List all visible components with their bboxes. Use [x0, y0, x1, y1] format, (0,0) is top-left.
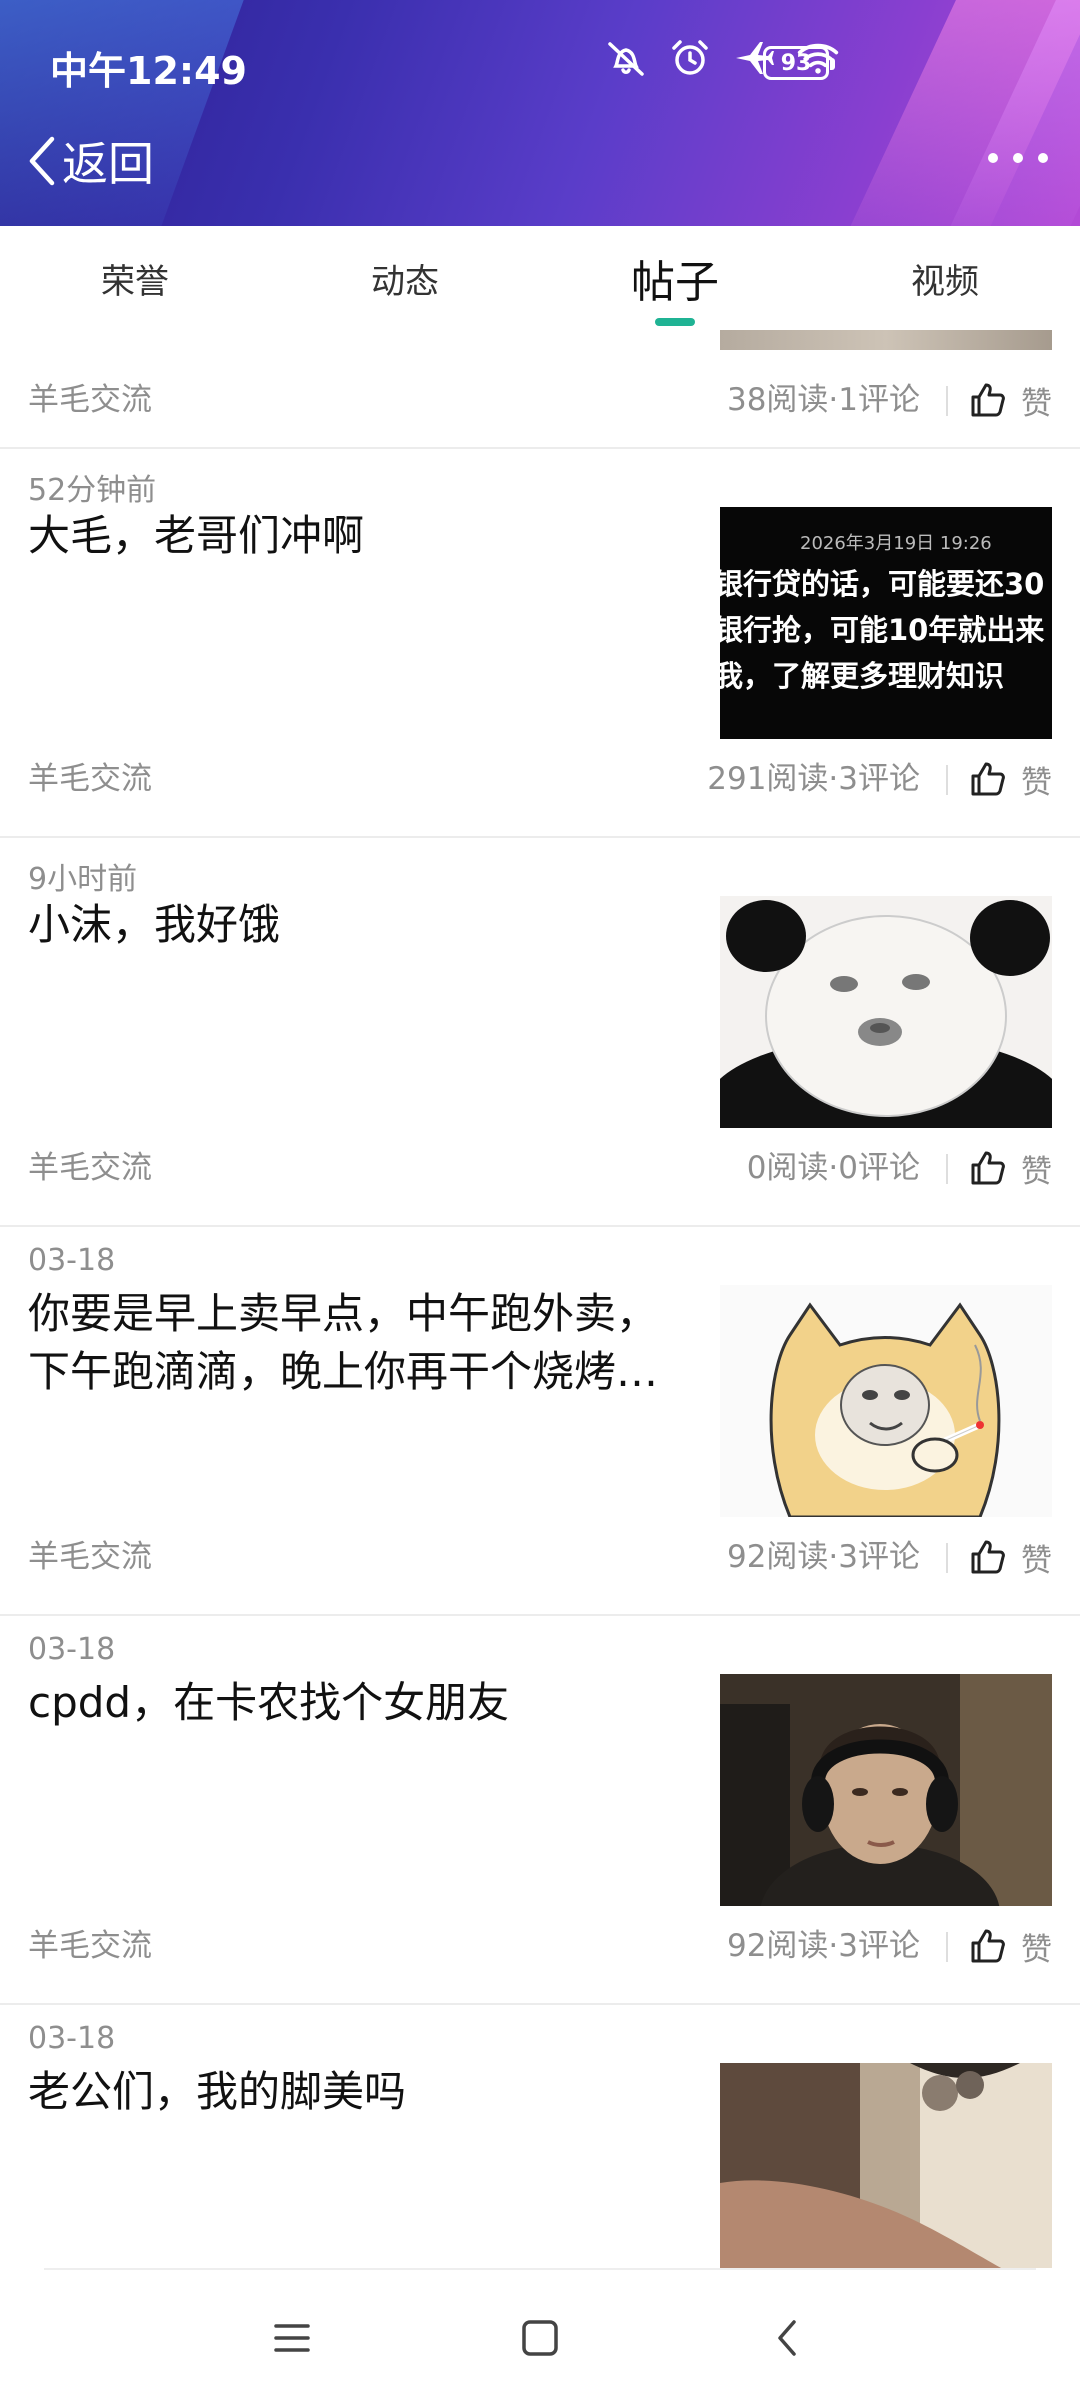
tab-videos[interactable]: 视频: [810, 226, 1080, 330]
chevron-left-icon: [29, 136, 55, 186]
thumbs-up-icon: [971, 1151, 1005, 1185]
post-footer: 羊毛交流 92阅读·3评论 赞: [0, 1916, 1080, 1976]
thumbs-up-icon: [971, 1929, 1005, 1963]
battery-icon: 93: [763, 46, 835, 80]
post-thumbnail[interactable]: [720, 330, 1052, 350]
more-dots-icon[interactable]: [988, 138, 1048, 178]
post-thumbnail[interactable]: [720, 1285, 1052, 1517]
post-time: 03-18: [28, 1243, 116, 1278]
post-footer: 羊毛交流 0阅读·0评论 赞: [0, 1138, 1080, 1198]
post-time: 52分钟前: [28, 473, 157, 508]
post-title[interactable]: cpdd，在卡农找个女朋友: [28, 1674, 698, 1732]
post-category[interactable]: 羊毛交流: [28, 1916, 152, 1976]
list-item[interactable]: 52分钟前 大毛，老哥们冲啊 2026年3月19日 19:26 银行贷的话，可能…: [0, 449, 1080, 837]
post-time: 03-18: [28, 2021, 116, 2056]
nav-divider: [44, 2268, 1036, 2270]
mute-notification-icon: [604, 36, 648, 80]
post-category[interactable]: 羊毛交流: [28, 749, 152, 809]
post-footer: 羊毛交流 38阅读·1评论 赞: [0, 370, 1080, 430]
post-stats: 291阅读·3评论: [707, 761, 920, 797]
post-time: 03-18: [28, 1632, 116, 1667]
post-category[interactable]: 羊毛交流: [28, 1527, 152, 1587]
post-thumbnail[interactable]: 2026年3月19日 19:26 银行贷的话，可能要还30 银行抢，可能10年就…: [720, 507, 1052, 739]
profile-tabs: 荣誉 动态 帖子 视频: [0, 226, 1080, 330]
post-footer: 羊毛交流 291阅读·3评论 赞: [0, 749, 1080, 809]
post-category[interactable]: 羊毛交流: [28, 1138, 152, 1198]
status-time: 中午12:49: [50, 49, 247, 93]
app-header: 中午12:49 93 返回: [0, 0, 1080, 226]
post-title[interactable]: 你要是早上卖早点，中午跑外卖，下午跑滴滴，晚上你再干个烧烤…: [28, 1285, 698, 1401]
list-item[interactable]: 03-18 老公们，我的脚美吗: [0, 2005, 1080, 2268]
divider: [946, 1932, 948, 1962]
divider: [946, 1543, 948, 1573]
thumbs-up-icon: [971, 1540, 1005, 1574]
post-title[interactable]: 小沫，我好饿: [28, 896, 698, 954]
post-feed[interactable]: 羊毛交流 38阅读·1评论 赞 52分钟前 大毛，老哥们冲啊 2026年3月19…: [0, 330, 1080, 2268]
like-button[interactable]: 赞: [969, 1916, 1052, 1976]
post-footer: 羊毛交流 92阅读·3评论 赞: [0, 1527, 1080, 1587]
list-item[interactable]: 9小时前 小沫，我好饿 羊毛交流 0阅读·0评论 赞: [0, 838, 1080, 1226]
tab-posts[interactable]: 帖子: [540, 226, 810, 330]
post-stats: 0阅读·0评论: [746, 1150, 920, 1186]
person-headphones-photo: [720, 1674, 1052, 1906]
list-item[interactable]: 03-18 cpdd，在卡农找个女朋友 羊毛交流 92阅读·3评论 赞: [0, 1616, 1080, 2004]
alarm-icon: [668, 36, 712, 80]
back-button[interactable]: 返回: [24, 128, 154, 194]
divider: [946, 1154, 948, 1184]
tab-activity[interactable]: 动态: [270, 226, 540, 330]
like-button[interactable]: 赞: [969, 370, 1052, 430]
foot-photo: [720, 2063, 1052, 2268]
menu-icon[interactable]: [262, 2308, 322, 2368]
doge-meme-image: [720, 1285, 1052, 1517]
post-thumbnail[interactable]: [720, 2063, 1052, 2268]
post-stats: 92阅读·3评论: [726, 1928, 920, 1964]
list-item[interactable]: 03-18 你要是早上卖早点，中午跑外卖，下午跑滴滴，晚上你再干个烧烤… 羊毛交…: [0, 1227, 1080, 1615]
post-thumbnail[interactable]: [720, 1674, 1052, 1906]
like-button[interactable]: 赞: [969, 749, 1052, 809]
divider: [946, 386, 948, 416]
post-title[interactable]: 大毛，老哥们冲啊: [28, 507, 698, 565]
panda-meme-image: [720, 896, 1052, 1128]
like-button[interactable]: 赞: [969, 1527, 1052, 1587]
post-time: 9小时前: [28, 862, 138, 897]
back-icon[interactable]: [758, 2308, 818, 2368]
thumbs-up-icon: [971, 762, 1005, 796]
divider: [946, 765, 948, 795]
post-stats: 38阅读·1评论: [726, 382, 920, 418]
post-title[interactable]: 老公们，我的脚美吗: [28, 2063, 698, 2121]
tab-honor[interactable]: 荣誉: [0, 226, 270, 330]
home-icon[interactable]: [510, 2308, 570, 2368]
active-tab-indicator: [655, 318, 695, 326]
back-label: 返回: [62, 137, 154, 191]
post-thumbnail[interactable]: [720, 896, 1052, 1128]
like-button[interactable]: 赞: [969, 1138, 1052, 1198]
post-stats: 92阅读·3评论: [726, 1539, 920, 1575]
thumbs-up-icon: [971, 383, 1005, 417]
system-nav-bar: [0, 2268, 1080, 2400]
post-category[interactable]: 羊毛交流: [28, 370, 152, 430]
